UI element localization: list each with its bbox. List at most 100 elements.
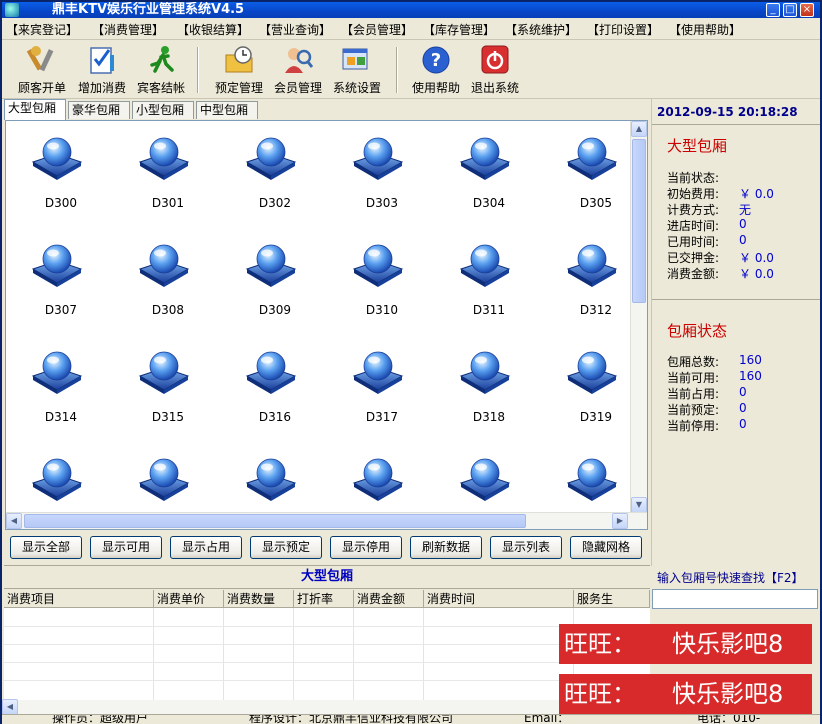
room-item[interactable]: D311 (439, 233, 519, 333)
col-item[interactable]: 消费项目 (4, 590, 154, 608)
quick-search-input[interactable] (652, 589, 818, 609)
tool-guest-checkout[interactable]: 宾客结帐 (133, 45, 189, 97)
tool-label: 宾客结帐 (136, 81, 186, 95)
room-item[interactable]: D316 (225, 340, 305, 440)
tool-member-management[interactable]: 会员管理 (270, 45, 326, 97)
tab-large-room[interactable]: 大型包厢 (4, 99, 66, 120)
col-price[interactable]: 消费单价 (154, 590, 224, 608)
running-man-icon (145, 45, 177, 75)
scroll-up-icon[interactable]: ▲ (631, 121, 647, 137)
room-item[interactable]: D312 (546, 233, 626, 333)
room-item[interactable] (546, 447, 626, 529)
room-item[interactable]: D307 (11, 233, 91, 333)
tool-label: 系统设置 (332, 81, 382, 95)
show-available-button[interactable]: 显示可用 (90, 536, 162, 559)
room-grid-vertical-scrollbar[interactable]: ▲ ▼ (630, 121, 647, 513)
app-icon[interactable] (5, 3, 19, 17)
room-item[interactable]: D305 (546, 126, 626, 226)
minimize-button[interactable]: _ (766, 3, 780, 17)
room-item[interactable] (439, 447, 519, 529)
col-discount[interactable]: 打折率 (294, 590, 354, 608)
menu-print[interactable]: 【打印设置】 (587, 21, 659, 38)
tool-add-consumption[interactable]: 增加消费 (74, 45, 130, 97)
menu-checkout[interactable]: 【收银结算】 (177, 21, 249, 38)
room-item[interactable]: D319 (546, 340, 626, 440)
tool-reservation[interactable]: 预定管理 (211, 45, 267, 97)
room-item[interactable] (225, 447, 305, 529)
room-globe-icon (243, 346, 297, 394)
power-icon (479, 45, 511, 75)
tab-medium-room[interactable]: 中型包厢 (196, 101, 258, 119)
menu-system[interactable]: 【系统维护】 (505, 21, 577, 38)
room-name: D314 (44, 410, 78, 424)
show-disabled-button[interactable]: 显示停用 (330, 536, 402, 559)
ad-text: 快乐影吧8 (672, 630, 784, 658)
room-item[interactable]: D301 (118, 126, 198, 226)
tab-luxury-room[interactable]: 豪华包厢 (68, 101, 130, 119)
menu-consumption[interactable]: 【消费管理】 (92, 21, 164, 38)
toolbar-separator (396, 47, 398, 93)
member-search-icon (282, 45, 314, 75)
tool-label: 顾客开单 (17, 81, 67, 95)
scroll-left-icon[interactable]: ◀ (2, 699, 18, 715)
show-occupied-button[interactable]: 显示占用 (170, 536, 242, 559)
room-globe-icon (29, 346, 83, 394)
maximize-button[interactable]: □ (783, 3, 797, 17)
menu-guest-register[interactable]: 【来宾登记】 (6, 21, 78, 38)
menu-inventory[interactable]: 【库存管理】 (423, 21, 495, 38)
room-globe-icon (136, 346, 190, 394)
room-item[interactable]: D302 (225, 126, 305, 226)
room-name: D317 (365, 410, 399, 424)
close-button[interactable]: × (800, 3, 814, 17)
scroll-down-icon[interactable]: ▼ (631, 497, 647, 513)
tool-help[interactable]: ? 使用帮助 (408, 45, 464, 97)
ad-banner[interactable]: 旺旺： 快乐影吧8 (559, 674, 812, 714)
room-item[interactable]: D308 (118, 233, 198, 333)
info-row: 当前状态: (667, 171, 720, 185)
col-amount[interactable]: 消费金额 (354, 590, 424, 608)
room-globe-icon (350, 239, 404, 287)
refresh-data-button[interactable]: 刷新数据 (410, 536, 482, 559)
room-item[interactable]: D303 (332, 126, 412, 226)
tool-system-settings[interactable]: 系统设置 (329, 45, 385, 97)
room-info-title: 大型包厢 (667, 137, 728, 155)
show-all-button[interactable]: 显示全部 (10, 536, 82, 559)
room-name: D301 (151, 196, 185, 210)
room-item[interactable]: D304 (439, 126, 519, 226)
room-item[interactable] (11, 447, 91, 529)
room-globe-icon (457, 453, 511, 501)
room-item[interactable]: D315 (118, 340, 198, 440)
menu-help[interactable]: 【使用帮助】 (669, 21, 741, 38)
tab-small-room[interactable]: 小型包厢 (132, 101, 194, 119)
room-item[interactable]: D309 (225, 233, 305, 333)
ad-banner[interactable]: 旺旺： 快乐影吧8 (559, 624, 812, 664)
show-reserved-button[interactable]: 显示预定 (250, 536, 322, 559)
info-row: 进店时间: 0 (667, 217, 747, 233)
status-row: 包厢总数: 160 (667, 353, 762, 369)
info-panel: 2012-09-15 20:18:28 大型包厢 当前状态: 初始费用: ￥ 0.… (651, 99, 820, 566)
room-item[interactable] (118, 447, 198, 529)
show-list-button[interactable]: 显示列表 (490, 536, 562, 559)
col-time[interactable]: 消费时间 (424, 590, 574, 608)
menu-member[interactable]: 【会员管理】 (341, 21, 413, 38)
ad-label: 旺旺： (564, 630, 636, 658)
col-waiter[interactable]: 服务生 (574, 590, 650, 608)
room-globe-icon (350, 453, 404, 501)
room-item[interactable] (332, 447, 412, 529)
scrollbar-thumb[interactable] (632, 139, 646, 303)
ad-label: 旺旺： (564, 680, 636, 708)
room-item[interactable]: D310 (332, 233, 412, 333)
room-item[interactable]: D314 (11, 340, 91, 440)
room-item[interactable]: D300 (11, 126, 91, 226)
menu-business-query[interactable]: 【营业查询】 (259, 21, 331, 38)
table-horizontal-scrollbar[interactable]: ◀ (2, 699, 648, 715)
room-item[interactable]: D318 (439, 340, 519, 440)
tool-exit[interactable]: 退出系统 (467, 45, 523, 97)
tool-open-order[interactable]: 顾客开单 (14, 45, 70, 97)
table-column (4, 608, 154, 710)
menu-bar: 【来宾登记】 【消费管理】 【收银结算】 【营业查询】 【会员管理】 【库存管理… (2, 18, 820, 40)
hide-grid-button[interactable]: 隐藏网格 (570, 536, 642, 559)
col-quantity[interactable]: 消费数量 (224, 590, 294, 608)
room-item[interactable]: D317 (332, 340, 412, 440)
room-globe-icon (457, 239, 511, 287)
